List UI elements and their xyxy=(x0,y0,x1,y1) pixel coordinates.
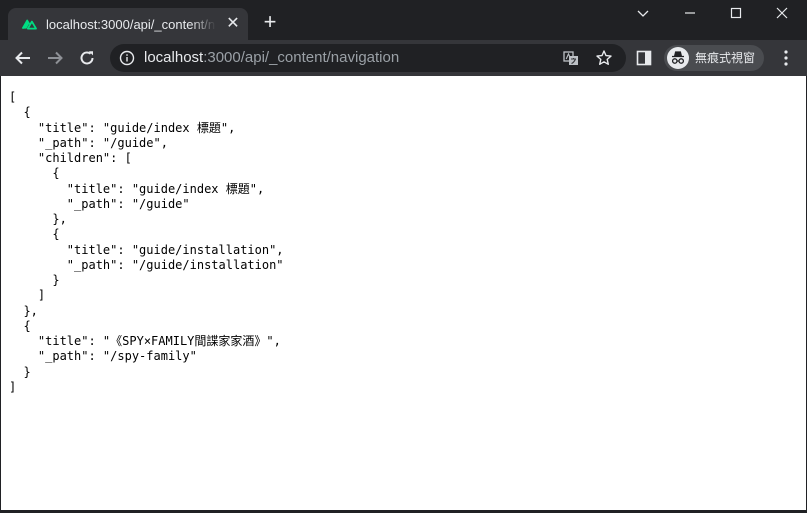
menu-button[interactable] xyxy=(774,43,798,73)
reload-button[interactable] xyxy=(72,43,102,73)
back-button[interactable] xyxy=(8,43,38,73)
toolbar: localhost:3000/api/_content/navigation 無… xyxy=(0,40,807,76)
tab-strip: localhost:3000/api/_content/navigation ✕… xyxy=(0,0,807,40)
address-bar[interactable]: localhost:3000/api/_content/navigation xyxy=(110,44,626,72)
url-text[interactable]: localhost:3000/api/_content/navigation xyxy=(144,44,399,72)
active-tab[interactable]: localhost:3000/api/_content/navigation ✕ xyxy=(8,8,248,40)
forward-button[interactable] xyxy=(40,43,70,73)
chevron-down-icon xyxy=(637,10,649,17)
new-tab-button[interactable]: + xyxy=(258,11,282,35)
incognito-profile-button[interactable]: 無痕式視窗 xyxy=(664,45,764,71)
info-icon[interactable] xyxy=(119,50,135,66)
minimize-icon xyxy=(685,12,695,14)
page-content: [ { "title": "guide/index 標題", "_path": … xyxy=(1,76,806,510)
side-panel-icon xyxy=(636,50,652,66)
close-window-button[interactable] xyxy=(759,0,805,26)
tab-close-icon[interactable]: ✕ xyxy=(224,15,242,33)
nuxt-logo-icon xyxy=(21,16,39,32)
close-icon xyxy=(776,7,788,19)
bookmark-star-icon[interactable] xyxy=(595,49,613,67)
json-response-text: [ { "title": "guide/index 標題", "_path": … xyxy=(9,90,284,394)
arrow-right-icon xyxy=(48,51,63,65)
translate-icon[interactable] xyxy=(562,49,580,67)
maximize-icon xyxy=(730,7,742,19)
url-host: localhost xyxy=(144,49,204,66)
arrow-left-icon xyxy=(15,51,30,65)
incognito-icon xyxy=(667,47,689,69)
more-vert-icon xyxy=(784,50,788,66)
url-path: :3000/api/_content/navigation xyxy=(203,49,400,66)
browser-window: localhost:3000/api/_content/navigation ✕… xyxy=(0,0,807,513)
incognito-label: 無痕式視窗 xyxy=(695,51,756,65)
side-panel-button[interactable] xyxy=(629,43,659,73)
maximize-button[interactable] xyxy=(713,0,759,26)
minimize-button[interactable] xyxy=(667,0,713,26)
reload-icon xyxy=(80,51,94,65)
tab-search-button[interactable] xyxy=(620,0,666,26)
tab-title: localhost:3000/api/_content/navigation xyxy=(46,17,216,32)
